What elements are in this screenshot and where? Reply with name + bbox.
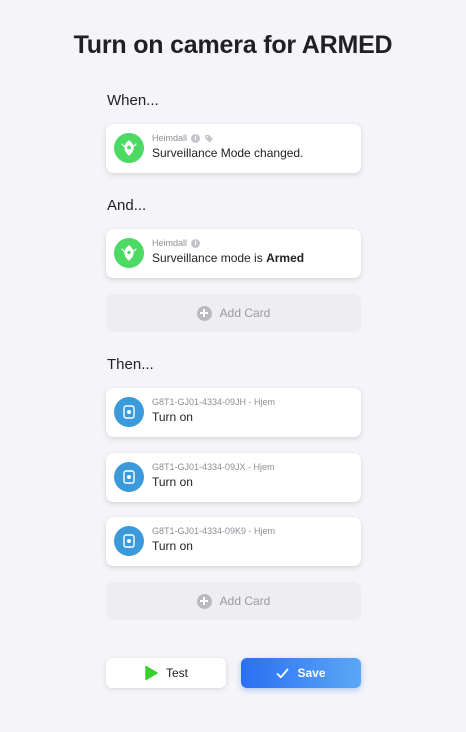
- heimdall-app-icon: [114, 133, 144, 163]
- condition-prefix: Surveillance mode is: [152, 251, 267, 265]
- save-button[interactable]: Save: [241, 658, 361, 688]
- card-owner: Heimdall i: [152, 133, 214, 143]
- camera-device-icon: [114, 462, 144, 492]
- section-and-label: And...: [107, 197, 147, 214]
- add-action-card-button[interactable]: Add Card: [106, 582, 361, 620]
- card-text: Turn on: [152, 539, 193, 553]
- section-then-label: Then...: [107, 356, 154, 373]
- card-text: Surveillance mode is Armed: [152, 251, 304, 265]
- section-when-label: When...: [107, 92, 159, 109]
- info-icon[interactable]: i: [191, 238, 201, 248]
- test-button-label: Test: [165, 666, 188, 680]
- card-text: Turn on: [152, 410, 193, 424]
- card-owner: Heimdall i: [152, 238, 201, 248]
- card-owner: G8T1-GJ01-4334-09JH - Hjem: [152, 397, 275, 407]
- card-owner: G8T1-GJ01-4334-09JX - Hjem: [152, 462, 275, 472]
- info-icon[interactable]: i: [191, 133, 201, 143]
- card-owner: G8T1-GJ01-4334-09K9 - Hjem: [152, 526, 275, 536]
- test-button[interactable]: Test: [106, 658, 226, 688]
- play-icon: [145, 665, 158, 681]
- plus-icon: [196, 305, 212, 321]
- condition-value[interactable]: Armed: [266, 251, 304, 265]
- plus-icon: [196, 593, 212, 609]
- tag-icon: [205, 134, 214, 142]
- add-card-label: Add Card: [219, 594, 271, 608]
- and-card[interactable]: Heimdall i Surveillance mode is Armed: [106, 229, 361, 278]
- card-text: Turn on: [152, 475, 193, 489]
- then-card[interactable]: G8T1-GJ01-4334-09JH - Hjem Turn on: [106, 388, 361, 437]
- add-condition-card-button[interactable]: Add Card: [106, 294, 361, 332]
- device-label: G8T1-GJ01-4334-09K9 - Hjem: [152, 526, 276, 536]
- owner-label: Heimdall: [152, 238, 188, 248]
- then-card[interactable]: G8T1-GJ01-4334-09JX - Hjem Turn on: [106, 453, 361, 502]
- heimdall-app-icon: [114, 238, 144, 268]
- device-label: G8T1-GJ01-4334-09JX - Hjem: [152, 462, 275, 472]
- add-card-label: Add Card: [219, 306, 271, 320]
- card-text: Surveillance Mode changed.: [152, 146, 304, 160]
- owner-label: Heimdall: [152, 133, 188, 143]
- checkmark-icon: [277, 668, 289, 678]
- page-title: Turn on camera for ARMED: [73, 31, 393, 59]
- camera-device-icon: [114, 526, 144, 556]
- when-card[interactable]: Heimdall i Surveillance Mode changed.: [106, 124, 361, 173]
- camera-device-icon: [114, 397, 144, 427]
- then-card[interactable]: G8T1-GJ01-4334-09K9 - Hjem Turn on: [106, 517, 361, 566]
- device-label: G8T1-GJ01-4334-09JH - Hjem: [152, 397, 276, 407]
- save-button-label: Save: [297, 666, 326, 680]
